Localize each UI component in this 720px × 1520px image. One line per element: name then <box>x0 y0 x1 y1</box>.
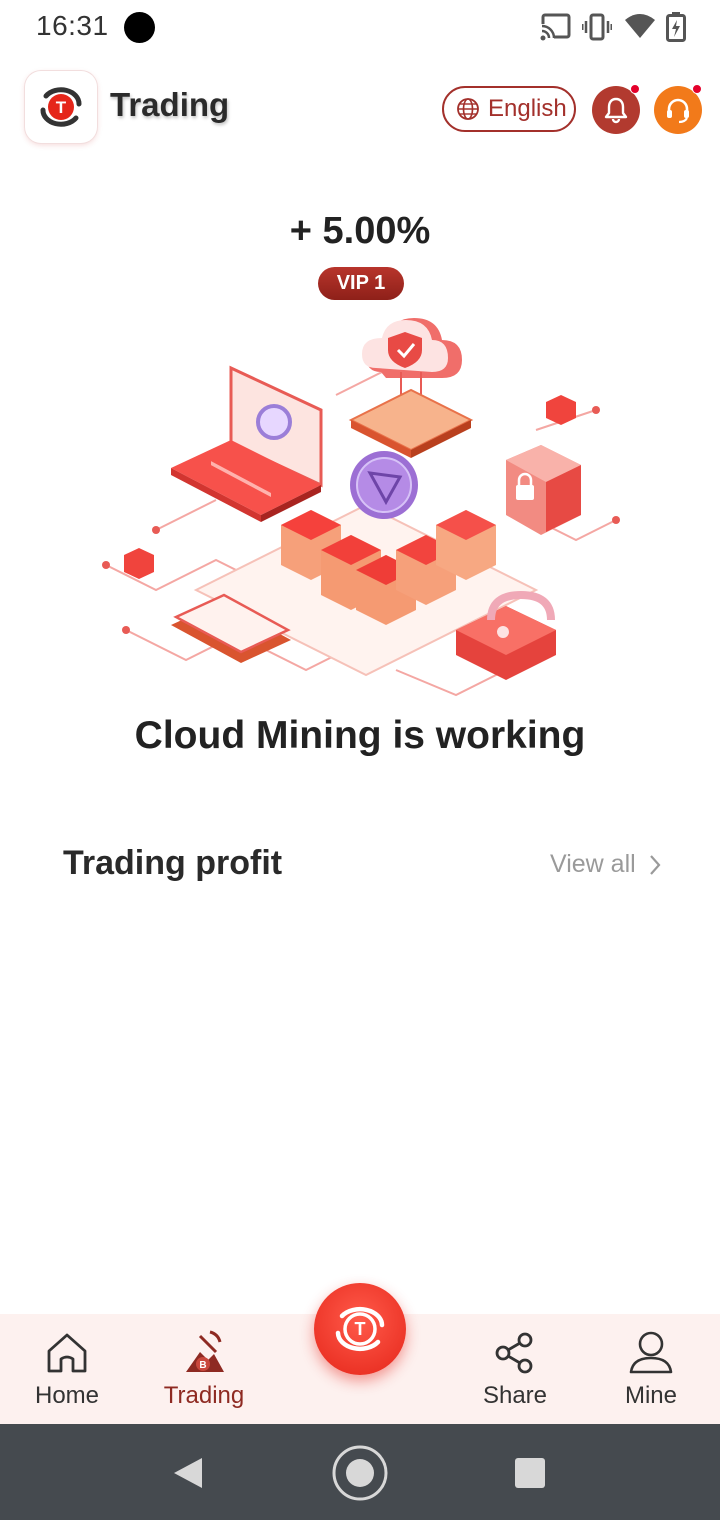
vip-badge: VIP 1 <box>318 267 404 300</box>
svg-text:B: B <box>199 1360 206 1371</box>
nav-label-home: Home <box>34 1382 100 1409</box>
headset-icon <box>667 98 689 124</box>
nav-label-mine: Mine <box>624 1382 678 1409</box>
camera-cutout <box>124 12 155 43</box>
language-label: English <box>488 95 567 122</box>
recents-icon[interactable] <box>514 1457 546 1489</box>
page-title: Trading <box>110 86 230 123</box>
cloud-shield-icon <box>362 318 462 378</box>
battery-icon <box>666 12 686 42</box>
nav-item-home[interactable]: Home <box>0 1314 137 1424</box>
nav-item-mine[interactable]: Mine <box>581 1314 720 1424</box>
profit-rate: + 5.00% <box>289 210 431 252</box>
support-dot <box>692 84 702 94</box>
share-icon <box>495 1332 533 1374</box>
nav-item-trading[interactable]: B Trading <box>134 1314 274 1424</box>
person-icon <box>629 1331 673 1374</box>
status-time: 16:31 <box>36 10 109 41</box>
system-navigation-bar <box>0 1424 720 1520</box>
svg-text:T: T <box>355 1319 366 1339</box>
home-icon <box>47 1333 87 1373</box>
cloud-mining-illustration <box>102 318 620 697</box>
language-selector-button[interactable]: English <box>442 86 576 132</box>
notification-dot <box>630 84 640 94</box>
svg-text:T: T <box>56 98 67 117</box>
wifi-icon <box>625 14 655 38</box>
section-title-trading-profit: Trading profit <box>63 844 283 882</box>
app-logo-icon: T <box>335 1306 385 1352</box>
nav-item-share[interactable]: Share <box>445 1314 585 1424</box>
chevron-right-icon <box>649 854 661 875</box>
app-logo[interactable]: T <box>25 71 97 143</box>
view-all-link[interactable]: View all <box>550 850 662 879</box>
lock-box-illustration <box>506 445 581 535</box>
nav-label-trading: Trading <box>163 1382 245 1409</box>
center-trade-button[interactable]: T <box>314 1283 406 1375</box>
nav-label-share: Share <box>482 1382 548 1409</box>
home-button-icon[interactable] <box>331 1444 389 1502</box>
globe-icon <box>457 98 479 120</box>
app-header: T Trading English <box>0 62 720 152</box>
back-icon[interactable] <box>172 1456 204 1490</box>
bell-icon <box>604 97 628 124</box>
view-all-label: View all <box>550 850 636 878</box>
cast-icon <box>540 13 571 42</box>
mining-status-text: Cloud Mining is working <box>134 714 586 757</box>
app-logo-icon: T <box>40 87 82 127</box>
vibrate-icon <box>582 13 612 41</box>
status-bar: 16:31 <box>0 0 720 56</box>
crypto-coin-icon <box>350 451 418 519</box>
mining-icon: B <box>186 1330 224 1372</box>
laptop-illustration <box>171 365 323 522</box>
